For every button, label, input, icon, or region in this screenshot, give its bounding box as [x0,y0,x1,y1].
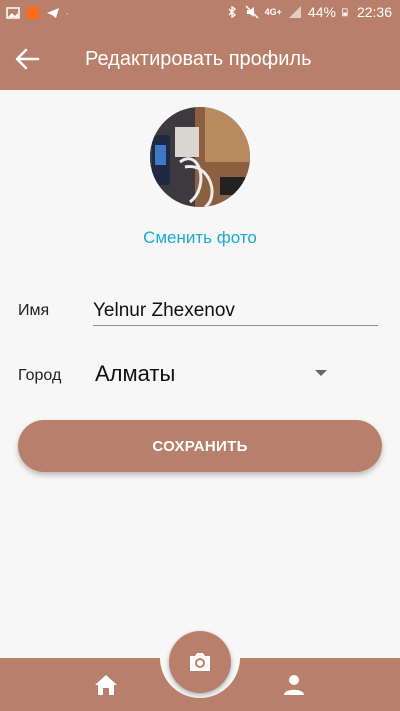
battery-icon [342,8,348,17]
clock: 22:36 [356,4,392,20]
back-arrow-icon[interactable] [14,47,40,71]
notification-icons [6,6,72,20]
avatar-photo [150,107,250,207]
dropdown-arrow-icon [315,370,327,376]
city-dropdown[interactable]: Алматы [95,360,330,390]
home-icon[interactable] [94,674,118,696]
city-label: Город [18,367,62,384]
status-bar: 4G+ 44% 22:36 [0,0,400,28]
telegram-icon [47,8,59,18]
system-status: 4G+ 44% 22:36 [225,4,392,20]
name-label: Имя [18,302,50,319]
mute-icon [245,5,259,19]
change-photo-link[interactable]: Сменить фото [0,228,400,248]
name-input[interactable] [93,297,378,326]
dot-icon [66,13,68,15]
camera-button[interactable] [169,631,231,693]
network-type: 4G+ [264,7,282,17]
profile-avatar[interactable] [150,107,250,207]
user-icon[interactable] [282,673,306,697]
app-notification-icon [27,7,39,19]
app-bar: Редактировать профиль [0,28,400,90]
camera-icon [190,653,210,671]
image-notification-icon [6,7,20,19]
battery-percent: 44% [307,4,336,20]
page-title: Редактировать профиль [85,48,312,70]
bluetooth-icon [228,5,236,19]
save-button[interactable]: СОХРАНИТЬ [18,420,382,472]
city-selected-value: Алматы [95,361,176,386]
signal-icon [288,6,301,18]
